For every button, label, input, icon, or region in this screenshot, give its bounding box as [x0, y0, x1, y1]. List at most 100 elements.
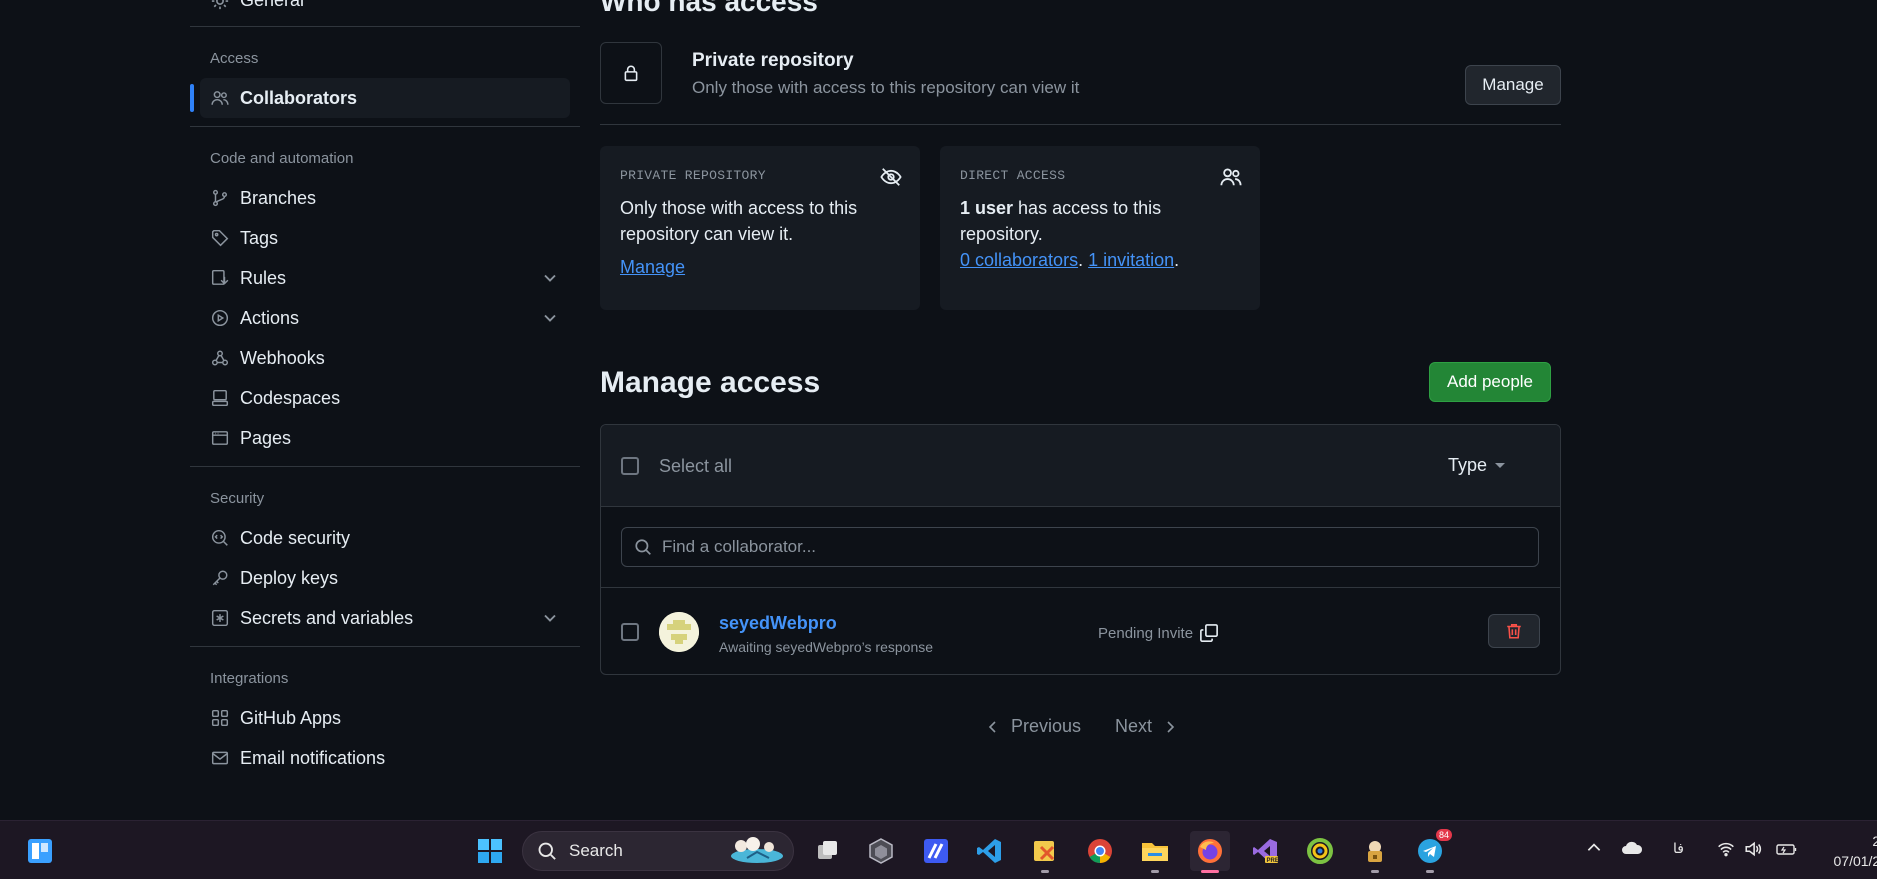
sticky-tool-icon[interactable] — [1025, 831, 1065, 873]
next-page-button[interactable]: Next — [1115, 716, 1178, 737]
card-label: DIRECT ACCESS — [960, 168, 1066, 183]
end-text: . — [1174, 250, 1180, 270]
battery-icon[interactable] — [1776, 840, 1798, 858]
vpn-lock-icon[interactable] — [1355, 831, 1395, 873]
search-icon — [634, 538, 652, 556]
chevron-right-icon — [1167, 720, 1175, 733]
webhook-icon — [210, 348, 230, 368]
sidebar-item-label: Code security — [240, 527, 351, 548]
chevron-down-icon[interactable] — [540, 608, 560, 628]
people-icon — [1220, 166, 1242, 188]
telegram-icon[interactable]: 84 — [1410, 829, 1452, 873]
section-heading-security: Security — [210, 490, 265, 507]
branch-icon — [210, 188, 230, 208]
copy-icon[interactable] — [1199, 623, 1219, 643]
remove-collaborator-button[interactable] — [1488, 614, 1540, 648]
windows-taskbar: Search PRE 84 فا 2 07/01/2 — [0, 820, 1877, 879]
clock-time: 23 — [1872, 833, 1877, 849]
running-indicator — [1371, 870, 1379, 873]
running-indicator — [1426, 870, 1434, 873]
collaborators-link[interactable]: 0 collaborators — [960, 250, 1078, 270]
sidebar-item-label: GitHub Apps — [240, 707, 342, 728]
sidebar-item-label: General — [240, 0, 305, 10]
previous-label: Previous — [1011, 716, 1082, 736]
sidebar-item-collaborators[interactable]: Collaborators — [190, 78, 570, 118]
collaborator-search-input[interactable] — [662, 537, 1522, 557]
running-indicator — [1151, 870, 1159, 873]
type-filter-dropdown[interactable]: Type — [1448, 455, 1506, 476]
sidebar-item-actions[interactable]: Actions — [200, 298, 570, 338]
sidebar-item-secrets[interactable]: Secrets and variables — [200, 598, 570, 638]
file-explorer-icon[interactable] — [1135, 831, 1175, 873]
sidebar-item-deploy-keys[interactable]: Deploy keys — [200, 558, 570, 598]
key-icon — [210, 568, 230, 588]
select-all-checkbox[interactable] — [621, 457, 639, 475]
manage-visibility-button[interactable]: Manage — [1465, 65, 1561, 105]
sidebar-item-pages[interactable]: Pages — [200, 418, 570, 458]
manage-link[interactable]: Manage — [620, 257, 685, 278]
firefox-icon[interactable] — [1190, 831, 1230, 873]
separator-text: . — [1078, 250, 1089, 270]
sidebar-item-label: Secrets and variables — [240, 607, 414, 628]
chrome-icon[interactable] — [1080, 831, 1120, 871]
task-view-icon[interactable] — [808, 831, 848, 871]
direct-access-card: DIRECT ACCESS 1 user has access to this … — [940, 146, 1260, 310]
sidebar-item-webhooks[interactable]: Webhooks — [200, 338, 570, 378]
app-hex-icon[interactable] — [861, 831, 901, 871]
search-icon — [537, 841, 557, 861]
visibility-description: Only those with access to this repositor… — [692, 78, 1080, 97]
section-heading-integrations: Integrations — [210, 670, 289, 687]
tag-icon — [210, 228, 230, 248]
card-text: Only those with access to this repositor… — [620, 198, 858, 244]
clock-date: 07/01/20 — [1833, 853, 1877, 869]
card-label: PRIVATE REPOSITORY — [620, 168, 766, 183]
sidebar-item-general[interactable]: General — [210, 0, 304, 11]
page-title: Who has access — [600, 0, 818, 17]
pending-invite: Pending Invite — [1098, 623, 1219, 643]
sidebar-item-label: Codespaces — [240, 387, 341, 408]
chevron-up-icon[interactable] — [1585, 839, 1603, 857]
row-checkbox[interactable] — [621, 623, 639, 641]
invitation-link[interactable]: 1 invitation — [1088, 250, 1174, 270]
play-icon — [210, 308, 230, 328]
sidebar-item-codespaces[interactable]: Codespaces — [200, 378, 570, 418]
chevron-down-icon[interactable] — [540, 308, 560, 328]
divider — [190, 466, 580, 467]
vs-code-insiders-icon[interactable] — [916, 831, 956, 871]
people-icon — [210, 88, 230, 108]
previous-page-button[interactable]: Previous — [985, 716, 1081, 737]
vscode-icon[interactable] — [969, 831, 1009, 871]
onedrive-cloud-icon[interactable] — [1621, 839, 1643, 857]
divider — [190, 126, 580, 127]
sidebar-item-branches[interactable]: Branches — [200, 178, 570, 218]
collaborator-name-link[interactable]: seyedWebpro — [719, 613, 837, 634]
pending-invite-label: Pending Invite — [1098, 624, 1194, 642]
volume-icon[interactable] — [1744, 840, 1762, 858]
card-text: 1 user has access to this repository. 0 … — [960, 195, 1240, 273]
divider — [190, 26, 580, 27]
taskbar-search-label: Search — [569, 841, 623, 860]
system-clock[interactable]: 23 07/01/20 — [1818, 831, 1877, 871]
taskbar-search[interactable]: Search — [522, 831, 794, 871]
widgets-icon[interactable] — [20, 831, 60, 871]
input-language[interactable]: فا — [1673, 840, 1684, 857]
sidebar-item-email-notifications[interactable]: Email notifications — [200, 738, 570, 778]
running-indicator — [1041, 870, 1049, 873]
search-row — [601, 507, 1560, 588]
sidebar-item-github-apps[interactable]: GitHub Apps — [200, 698, 570, 738]
visual-studio-preview-icon[interactable]: PRE — [1245, 831, 1285, 871]
sidebar-item-code-security[interactable]: Code security — [200, 518, 570, 558]
sidebar-item-rules[interactable]: Rules — [200, 258, 570, 298]
sidebar-item-tags[interactable]: Tags — [200, 218, 570, 258]
add-people-button[interactable]: Add people — [1429, 362, 1551, 402]
wifi-icon[interactable] — [1717, 840, 1735, 858]
rules-icon — [210, 268, 230, 288]
start-icon[interactable] — [470, 831, 510, 871]
private-repository-card: PRIVATE REPOSITORY Only those with acces… — [600, 146, 920, 310]
sidebar-item-label: Tags — [240, 227, 279, 248]
sidebar-item-label: Email notifications — [240, 747, 386, 768]
photos-app-icon[interactable] — [1300, 831, 1340, 871]
sidebar-item-label: Deploy keys — [240, 567, 339, 588]
collaborator-status-text: Awaiting seyedWebpro’s response — [719, 639, 934, 655]
chevron-down-icon[interactable] — [540, 268, 560, 288]
